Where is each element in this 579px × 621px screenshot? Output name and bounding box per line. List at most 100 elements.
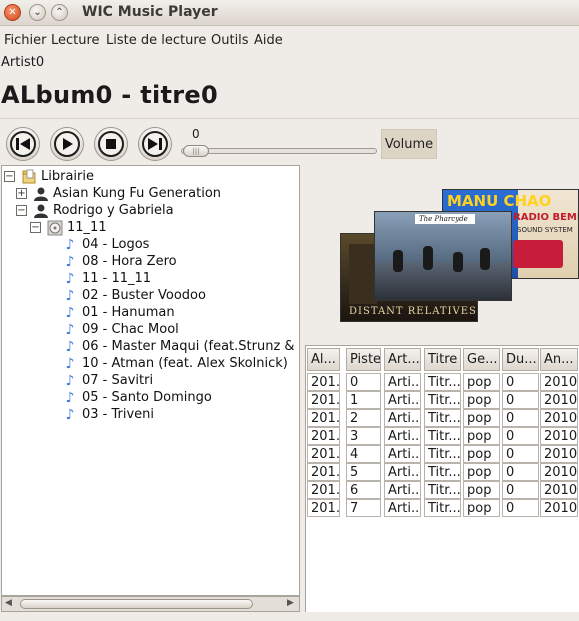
table-cell-album: 201... bbox=[307, 481, 340, 499]
table-cell-artiste: Arti... bbox=[384, 445, 421, 463]
column-header-piste[interactable]: Piste bbox=[346, 348, 381, 371]
tree-row-album[interactable]: − 11_11 bbox=[30, 219, 107, 236]
table-cell-genre: pop bbox=[463, 409, 500, 427]
minimize-window-button[interactable]: ⌄ bbox=[29, 4, 46, 21]
menu-lecture[interactable]: Lecture bbox=[51, 33, 100, 48]
column-header-annee[interactable]: An... bbox=[540, 348, 578, 371]
menu-aide[interactable]: Aide bbox=[254, 33, 283, 48]
position-slider-track[interactable] bbox=[181, 148, 377, 154]
tree-track[interactable]: ♪ 10 - Atman (feat. Alex Skolnick) bbox=[62, 355, 288, 372]
table-cell-annee: 2010 bbox=[540, 391, 578, 409]
previous-button[interactable] bbox=[6, 127, 40, 161]
table-cell-duree: 0 bbox=[502, 427, 539, 445]
tree-track-label: 08 - Hora Zero bbox=[82, 254, 177, 269]
next-button[interactable] bbox=[138, 127, 172, 161]
tree-track-label: 10 - Atman (feat. Alex Skolnick) bbox=[82, 356, 288, 371]
column-header-titre[interactable]: Titre bbox=[424, 348, 461, 371]
position-slider-handle[interactable]: ||| bbox=[183, 145, 209, 157]
scrollbar-thumb[interactable] bbox=[20, 599, 253, 609]
scroll-right-icon[interactable]: ▶ bbox=[287, 598, 294, 608]
cover-manu-chao-title: MANU CHAO bbox=[447, 192, 552, 210]
collapse-icon[interactable]: − bbox=[4, 171, 15, 182]
table-cell-titre: Titr... bbox=[424, 409, 461, 427]
tree-track[interactable]: ♪ 01 - Hanuman bbox=[62, 304, 175, 321]
playlist-table[interactable]: Al... Piste Art... Titre Ge... Du... An.… bbox=[305, 345, 579, 612]
tree-track[interactable]: ♪ 03 - Triveni bbox=[62, 406, 155, 423]
play-button[interactable] bbox=[50, 127, 84, 161]
table-cell-artiste: Arti... bbox=[384, 373, 421, 391]
title-bar: ✕ ⌄ ⌃ WIC Music Player bbox=[0, 0, 579, 26]
tree-track[interactable]: ♪ 08 - Hora Zero bbox=[62, 253, 177, 270]
tree-track-label: 01 - Hanuman bbox=[82, 305, 175, 320]
album-title: ALbum0 - titre0 bbox=[1, 81, 218, 109]
menu-bar: Fichier Lecture Liste de lecture Outils … bbox=[0, 30, 579, 52]
table-cell-titre: Titr... bbox=[424, 445, 461, 463]
column-header-album[interactable]: Al... bbox=[307, 348, 340, 371]
collapse-icon[interactable]: − bbox=[16, 205, 27, 216]
music-note-icon: ♪ bbox=[65, 236, 75, 253]
skip-next-icon bbox=[142, 131, 168, 157]
tree-track-label: 06 - Master Maqui (feat.Strunz & Farah) bbox=[82, 339, 299, 354]
table-cell-genre: pop bbox=[463, 445, 500, 463]
window-title: WIC Music Player bbox=[82, 4, 218, 20]
expand-icon[interactable]: + bbox=[16, 188, 27, 199]
column-header-duree[interactable]: Du... bbox=[502, 348, 539, 371]
tree-row-root[interactable]: − Librairie bbox=[4, 168, 94, 185]
close-window-button[interactable]: ✕ bbox=[4, 4, 21, 21]
music-note-icon: ♪ bbox=[65, 389, 75, 406]
table-cell-genre: pop bbox=[463, 373, 500, 391]
table-cell-annee: 2010 bbox=[540, 463, 578, 481]
tree-track[interactable]: ♪ 06 - Master Maqui (feat.Strunz & Farah) bbox=[62, 338, 299, 355]
tree-root-label: Librairie bbox=[41, 169, 94, 184]
table-cell-artiste: Arti... bbox=[384, 463, 421, 481]
table-cell-piste: 6 bbox=[346, 481, 381, 499]
tree-track-label: 04 - Logos bbox=[82, 237, 150, 252]
table-cell-piste: 3 bbox=[346, 427, 381, 445]
table-cell-album: 201... bbox=[307, 373, 340, 391]
table-cell-album: 201... bbox=[307, 409, 340, 427]
tree-track-label: 03 - Triveni bbox=[82, 407, 155, 422]
tree-track[interactable]: ♪ 11 - 11_11 bbox=[62, 270, 152, 287]
table-cell-genre: pop bbox=[463, 499, 500, 517]
collapse-icon[interactable]: − bbox=[30, 222, 41, 233]
table-cell-album: 201... bbox=[307, 427, 340, 445]
table-cell-titre: Titr... bbox=[424, 481, 461, 499]
table-cell-titre: Titr... bbox=[424, 391, 461, 409]
library-tree[interactable]: − Librairie + Asian Kung Fu Generation −… bbox=[1, 165, 300, 596]
table-cell-duree: 0 bbox=[502, 373, 539, 391]
table-cell-artiste: Arti... bbox=[384, 427, 421, 445]
scroll-left-icon[interactable]: ◀ bbox=[5, 598, 12, 608]
volume-button[interactable]: Volume bbox=[381, 129, 437, 159]
tree-track-label: 07 - Savitri bbox=[82, 373, 154, 388]
tree-track[interactable]: ♪ 07 - Savitri bbox=[62, 372, 154, 389]
stop-button[interactable] bbox=[94, 127, 128, 161]
cover-manu-chao-subtitle2: SOUND SYSTEM bbox=[517, 226, 573, 234]
table-cell-genre: pop bbox=[463, 391, 500, 409]
table-cell-duree: 0 bbox=[502, 409, 539, 427]
column-header-genre[interactable]: Ge... bbox=[463, 348, 500, 371]
album-cover-middle[interactable]: The Pharcyde bbox=[374, 211, 512, 301]
tree-track[interactable]: ♪ 05 - Santo Domingo bbox=[62, 389, 212, 406]
maximize-window-button[interactable]: ⌃ bbox=[51, 4, 68, 21]
table-cell-titre: Titr... bbox=[424, 427, 461, 445]
table-cell-piste: 5 bbox=[346, 463, 381, 481]
music-note-icon: ♪ bbox=[65, 304, 75, 321]
menu-fichier[interactable]: Fichier bbox=[4, 33, 47, 48]
music-note-icon: ♪ bbox=[65, 338, 75, 355]
menu-liste-de-lecture[interactable]: Liste de lecture bbox=[106, 33, 206, 48]
column-header-artiste[interactable]: Art... bbox=[384, 348, 421, 371]
tree-horizontal-scrollbar[interactable]: ◀ ▶ bbox=[1, 596, 300, 612]
tree-track[interactable]: ♪ 04 - Logos bbox=[62, 236, 150, 253]
library-folder-icon bbox=[21, 169, 37, 185]
tree-row-artist[interactable]: − Rodrigo y Gabriela bbox=[16, 202, 174, 219]
table-cell-album: 201... bbox=[307, 463, 340, 481]
tree-track[interactable]: ♪ 02 - Buster Voodoo bbox=[62, 287, 206, 304]
table-cell-artiste: Arti... bbox=[384, 499, 421, 517]
music-note-icon: ♪ bbox=[65, 372, 75, 389]
menu-outils[interactable]: Outils bbox=[211, 33, 249, 48]
tree-track[interactable]: ♪ 09 - Chac Mool bbox=[62, 321, 179, 338]
table-cell-duree: 0 bbox=[502, 445, 539, 463]
tree-artist-label: Rodrigo y Gabriela bbox=[53, 203, 174, 218]
table-cell-titre: Titr... bbox=[424, 373, 461, 391]
tree-row-artist[interactable]: + Asian Kung Fu Generation bbox=[16, 185, 221, 202]
